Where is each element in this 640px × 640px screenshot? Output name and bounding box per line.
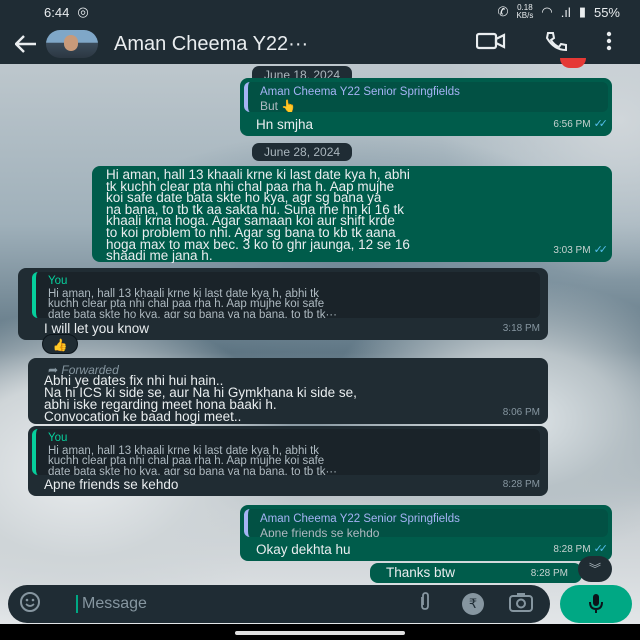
camera-icon[interactable] bbox=[502, 592, 540, 617]
message-bubble-incoming[interactable]: ➦ Forwarded Abhi ye dates fix nhi hui ha… bbox=[28, 358, 548, 424]
instagram-notification-icon: ◎ bbox=[77, 4, 89, 19]
message-bubble-outgoing[interactable]: Aman Cheema Y22 Senior Springfields But … bbox=[240, 78, 612, 136]
message-time: 8:28 PM bbox=[502, 479, 540, 490]
quoted-line: kuchh clear pta nhi chal paa rha h. Aap … bbox=[48, 455, 325, 467]
message-time: 6:56 PM bbox=[553, 119, 591, 130]
message-text: Okay dekhta hu bbox=[256, 542, 351, 557]
message-text: Thanks btw bbox=[386, 565, 456, 580]
mic-icon bbox=[589, 594, 603, 613]
quoted-line: kuchh clear pta nhi chal paa rha h. Aap … bbox=[48, 298, 325, 310]
message-bubble-incoming[interactable]: You Hi aman, hall 13 khaali krne ki last… bbox=[18, 268, 548, 340]
emoji-icon[interactable] bbox=[8, 591, 52, 618]
quoted-message[interactable]: Aman Cheema Y22 Senior Springfields Apne… bbox=[244, 509, 608, 537]
signal-icon: .ıl bbox=[560, 4, 571, 20]
wifi-icon: ◠ bbox=[541, 4, 553, 19]
battery-percent: 55% bbox=[593, 4, 620, 20]
quoted-message[interactable]: You Hi aman, hall 13 khaali krne ki last… bbox=[32, 429, 540, 475]
message-meta: 6:56 PM ✓✓ bbox=[553, 117, 609, 132]
home-gesture-pill[interactable] bbox=[235, 631, 405, 635]
read-ticks-icon: ✓✓ bbox=[593, 244, 609, 256]
call-forward-icon: ✆ bbox=[497, 4, 509, 19]
status-time: 6:44 bbox=[44, 4, 70, 20]
message-time: 8:06 PM bbox=[502, 407, 540, 418]
quoted-message[interactable]: Aman Cheema Y22 Senior Springfields But … bbox=[244, 82, 608, 112]
quoted-message[interactable]: You Hi aman, hall 13 khaali krne ki last… bbox=[32, 272, 540, 318]
read-ticks-icon: ✓✓ bbox=[593, 118, 609, 130]
message-bubble-incoming[interactable]: You Hi aman, hall 13 khaali krne ki last… bbox=[28, 426, 548, 496]
status-bar: 6:44 ◎ ✆ 0.18 KB/s ◠ .ıl ▮ 55% bbox=[0, 0, 640, 24]
attach-icon[interactable] bbox=[406, 591, 444, 617]
message-bubble-outgoing[interactable]: Hi aman, hall 13 khaali krne ki last dat… bbox=[92, 166, 612, 262]
phone-call-icon[interactable] bbox=[544, 31, 568, 57]
message-bubble-outgoing[interactable]: Aman Cheema Y22 Senior Springfields Apne… bbox=[240, 505, 612, 561]
quoted-author: Aman Cheema Y22 Senior Springfields bbox=[260, 86, 460, 98]
quoted-author: You bbox=[48, 432, 68, 444]
message-time: 3:18 PM bbox=[502, 323, 540, 334]
contact-avatar[interactable] bbox=[46, 30, 98, 58]
mic-button[interactable] bbox=[560, 585, 632, 623]
message-meta: 3:03 PM ✓✓ bbox=[553, 243, 609, 258]
network-speed: 0.18 KB/s bbox=[516, 4, 533, 20]
video-call-icon[interactable] bbox=[475, 32, 506, 56]
read-ticks-icon: ✓✓ bbox=[593, 543, 609, 555]
message-meta: 8:28 PM ✓✓ bbox=[553, 542, 609, 557]
quoted-line: date bata skte ho kya, agr sg bana ya na… bbox=[48, 308, 337, 318]
battery-icon: ▮ bbox=[578, 4, 586, 19]
quoted-text: Apne friends se kehdo bbox=[260, 526, 380, 537]
message-line: shaadi me jana h. bbox=[106, 248, 213, 264]
quoted-text: But 👆 bbox=[260, 99, 297, 112]
scroll-down-button[interactable]: ︾ bbox=[578, 556, 612, 582]
back-arrow-icon[interactable] bbox=[6, 35, 46, 53]
message-bubble-outgoing[interactable]: Thanks btw 8:28 PM bbox=[370, 563, 582, 583]
network-speed-unit: KB/s bbox=[516, 11, 534, 20]
message-input[interactable] bbox=[78, 595, 406, 613]
quoted-author: You bbox=[48, 275, 68, 287]
chevron-down-icon: ︾ bbox=[588, 562, 601, 576]
message-text: Hi aman, hall 13 khaali krne ki last dat… bbox=[106, 168, 410, 264]
quoted-line: date bata skte ho kya, agr sg bana ya na… bbox=[48, 465, 337, 475]
rupee-icon[interactable]: ₹ bbox=[462, 593, 484, 615]
date-chip: June 28, 2024 bbox=[252, 143, 353, 161]
reaction-badge[interactable]: 👍 bbox=[42, 334, 78, 354]
message-text: Apne friends se kehdo bbox=[44, 477, 179, 492]
more-options-icon[interactable] bbox=[606, 31, 612, 57]
message-meta: 8:28 PM bbox=[531, 566, 568, 581]
quoted-author: Aman Cheema Y22 Senior Springfields bbox=[260, 513, 460, 525]
message-time: 3:03 PM bbox=[553, 245, 591, 256]
message-text: Abhi ye dates fix nhi hui hain.. Na hi I… bbox=[44, 374, 357, 424]
message-text: Hn smjha bbox=[256, 117, 314, 132]
message-time: 8:28 PM bbox=[553, 544, 591, 555]
message-time: 8:28 PM bbox=[530, 568, 568, 579]
contact-name[interactable]: Aman Cheema Y22··· bbox=[114, 33, 414, 56]
chat-header: Aman Cheema Y22··· bbox=[0, 24, 640, 64]
message-composer: ₹ bbox=[8, 585, 550, 623]
message-line: Convocation ke baad hogi meet.. bbox=[44, 409, 242, 424]
